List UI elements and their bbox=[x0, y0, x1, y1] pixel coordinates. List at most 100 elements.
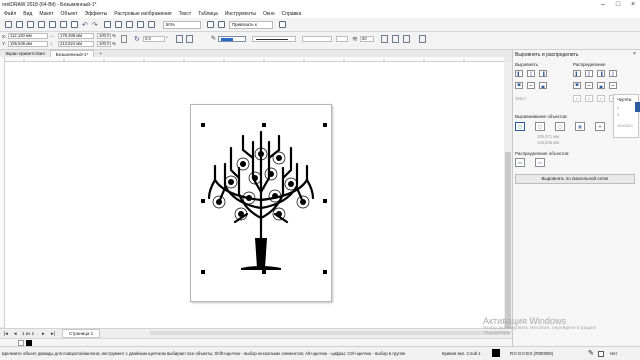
tab-add[interactable]: + bbox=[94, 50, 107, 57]
align-to-pixel-grid-button[interactable]: Выровнять по пиксельной сетке bbox=[515, 174, 635, 184]
outline-none-swatch[interactable] bbox=[598, 351, 604, 357]
show-grid-icon[interactable] bbox=[217, 21, 225, 28]
align-center-v-icon[interactable]: ━ bbox=[527, 82, 535, 89]
y-position-field[interactable]: 155,546 мм bbox=[8, 41, 48, 47]
horizontal-scrollbar[interactable] bbox=[150, 331, 510, 335]
mirror-vertical-icon[interactable] bbox=[186, 35, 193, 43]
show-rulers-icon[interactable] bbox=[206, 21, 214, 28]
menu-table[interactable]: Таблица bbox=[198, 11, 218, 17]
distribute-left-icon[interactable]: ▌ bbox=[573, 70, 581, 77]
save-icon[interactable] bbox=[27, 21, 34, 28]
close-window-button[interactable]: × bbox=[626, 0, 640, 10]
last-page-icon[interactable]: ▸| bbox=[51, 331, 55, 337]
side-docker-label[interactable]: Чертёж bbox=[617, 97, 631, 102]
menu-tools[interactable]: Инструменты bbox=[225, 11, 256, 17]
menu-file[interactable]: Файл bbox=[4, 11, 16, 17]
align-center-h-icon[interactable]: ┃ bbox=[527, 70, 535, 77]
full-screen-icon[interactable] bbox=[147, 21, 155, 28]
outline-value-field[interactable]: 50 bbox=[360, 36, 374, 42]
open-icon[interactable] bbox=[16, 21, 23, 28]
rotation-field[interactable]: 0,0 bbox=[143, 36, 165, 42]
zoom-level-dropdown[interactable]: 50% bbox=[162, 20, 201, 29]
next-page-icon[interactable]: ▸ bbox=[42, 331, 45, 337]
to-back-icon[interactable] bbox=[392, 35, 399, 43]
vertical-scrollbar[interactable] bbox=[504, 62, 512, 332]
distribute-middle-icon[interactable]: ━ bbox=[585, 82, 593, 89]
outline-width-dropdown[interactable] bbox=[218, 36, 246, 42]
fill-color-swatch[interactable] bbox=[492, 349, 500, 357]
height-field[interactable]: 213,624 мм bbox=[58, 41, 94, 47]
undo-icon[interactable]: ↶ bbox=[82, 21, 88, 29]
menu-help[interactable]: Справка bbox=[282, 11, 302, 17]
align-left-icon[interactable]: ▌ bbox=[515, 70, 523, 77]
align-to-active-icon[interactable]: ◻ bbox=[515, 122, 525, 131]
options-gear-icon[interactable] bbox=[278, 21, 286, 28]
scale-y-field[interactable]: 100,0 bbox=[97, 41, 111, 47]
maximize-button[interactable]: □ bbox=[611, 0, 625, 10]
align-top-icon[interactable]: ▀ bbox=[515, 82, 523, 89]
black-swatch[interactable] bbox=[26, 339, 32, 346]
align-to-grid-icon[interactable]: ▦ bbox=[575, 122, 585, 131]
new-document-icon[interactable] bbox=[5, 21, 12, 28]
align-bottom-icon[interactable]: ▄ bbox=[539, 82, 547, 89]
cut-icon[interactable] bbox=[49, 21, 56, 28]
distribute-bottom-icon[interactable]: ▄ bbox=[597, 82, 605, 89]
text-align-3-icon[interactable]: A bbox=[597, 95, 605, 102]
tab-document[interactable]: Безымянный-1* bbox=[49, 50, 95, 57]
text-align-2-icon[interactable]: A bbox=[585, 95, 593, 102]
coord-y[interactable]: 148,505 мм bbox=[537, 140, 559, 145]
snap-to-dropdown[interactable]: Привязать к bbox=[228, 20, 273, 29]
distribute-to-selection-icon[interactable]: ▭ bbox=[515, 158, 525, 167]
tab-welcome[interactable]: Экран приветствия bbox=[0, 50, 50, 57]
mirror-horizontal-icon[interactable] bbox=[176, 35, 183, 43]
coord-x[interactable]: 105,071 мм bbox=[537, 134, 559, 139]
quick-customize-icon[interactable] bbox=[419, 35, 426, 43]
vertical-scroll-thumb[interactable] bbox=[505, 152, 511, 332]
paste-icon[interactable] bbox=[71, 21, 78, 28]
align-right-icon[interactable]: ▐ bbox=[539, 70, 547, 77]
end-arrow-dropdown[interactable] bbox=[336, 36, 348, 42]
selection-handle-t[interactable] bbox=[262, 123, 266, 127]
print-icon[interactable] bbox=[38, 21, 45, 28]
menu-effects[interactable]: Эффекты bbox=[85, 11, 108, 17]
selection-handle-bl[interactable] bbox=[201, 270, 205, 274]
first-page-icon[interactable]: |◂ bbox=[4, 331, 8, 337]
minimize-button[interactable]: – bbox=[596, 0, 610, 10]
menu-layout[interactable]: Макет bbox=[39, 11, 53, 17]
line-style-dropdown[interactable] bbox=[252, 36, 296, 42]
page-tab[interactable]: Страница 1 bbox=[62, 329, 101, 338]
distribute-right-icon[interactable]: ▐ bbox=[597, 70, 605, 77]
menu-view[interactable]: Вид bbox=[23, 11, 32, 17]
redo-icon[interactable]: ↷ bbox=[92, 21, 98, 29]
import-icon[interactable] bbox=[114, 21, 122, 28]
prev-page-icon[interactable]: ◂ bbox=[14, 331, 17, 337]
x-position-field[interactable]: 112,130 мм bbox=[8, 33, 48, 39]
width-field[interactable]: 178,489 мм bbox=[58, 33, 94, 39]
convert-to-curves-icon[interactable] bbox=[403, 35, 410, 43]
align-to-page-edge-icon[interactable]: ◻ bbox=[535, 122, 545, 131]
lock-ratio-icon[interactable] bbox=[121, 35, 127, 43]
align-to-point-icon[interactable]: ⌖ bbox=[595, 122, 605, 131]
distribute-center-icon[interactable]: ┃ bbox=[585, 70, 593, 77]
menu-bitmaps[interactable]: Растровые изображения bbox=[114, 11, 171, 17]
docker-close-icon[interactable]: × bbox=[633, 51, 636, 57]
text-align-1-icon[interactable]: A bbox=[573, 95, 581, 102]
scale-x-field[interactable]: 100,0 bbox=[97, 33, 111, 39]
distribute-top-icon[interactable]: ▀ bbox=[573, 82, 581, 89]
start-arrow-dropdown[interactable] bbox=[302, 36, 332, 42]
to-front-icon[interactable] bbox=[381, 35, 388, 43]
selection-handle-br[interactable] bbox=[323, 270, 327, 274]
distribute-spacing-icon[interactable]: ┃ bbox=[609, 70, 617, 77]
distribute-vspacing-icon[interactable]: ━ bbox=[609, 82, 617, 89]
tree-artwork[interactable] bbox=[195, 118, 329, 278]
selection-handle-tr[interactable] bbox=[323, 123, 327, 127]
align-to-page-center-icon[interactable]: ◻ bbox=[555, 122, 565, 131]
center-marker-icon[interactable]: × bbox=[262, 186, 266, 192]
selection-handle-b[interactable] bbox=[262, 270, 266, 274]
export-icon[interactable] bbox=[125, 21, 133, 28]
no-color-swatch[interactable] bbox=[18, 339, 24, 346]
copy-icon[interactable] bbox=[60, 21, 67, 28]
selection-handle-tl[interactable] bbox=[201, 123, 205, 127]
selection-handle-r[interactable] bbox=[323, 199, 327, 203]
menu-text[interactable]: Текст bbox=[179, 11, 192, 17]
